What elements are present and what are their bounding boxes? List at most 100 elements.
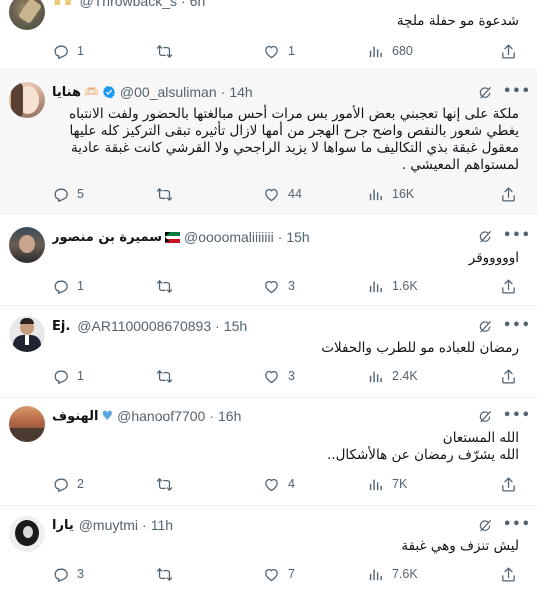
- views-count: 2.4K: [392, 369, 418, 383]
- tweet-text: ملكة على إنها تعجبني بعض الأمور بس مرات …: [69, 106, 519, 173]
- share-button[interactable]: [500, 564, 525, 584]
- share-button[interactable]: [500, 366, 525, 386]
- like-button[interactable]: 4: [263, 474, 295, 494]
- display-name[interactable]: هنايا: [52, 85, 81, 100]
- tweet-0[interactable]: ♛♛ @Throwback_s · 6h شدعوة مو حفلة ملچة …: [0, 0, 537, 70]
- reply-button[interactable]: 2: [52, 474, 84, 494]
- more-icon[interactable]: •••: [503, 408, 530, 424]
- views-count: 16K: [392, 187, 415, 201]
- avatar[interactable]: [9, 406, 45, 442]
- share-icon: [500, 566, 517, 583]
- separator: ·: [142, 517, 147, 533]
- reply-button[interactable]: 1: [52, 276, 84, 296]
- handle[interactable]: @oooomaliiiiiii: [184, 229, 274, 245]
- timestamp[interactable]: 11h: [151, 517, 173, 533]
- handle[interactable]: @AR1100008670893: [77, 318, 211, 334]
- display-name[interactable]: الهنوف: [52, 409, 98, 424]
- handle[interactable]: @hanoof7700: [117, 408, 205, 424]
- repost-icon: [156, 43, 173, 60]
- verified-icon: [102, 85, 116, 99]
- tweet-header: ♛♛ @Throwback_s · 6h: [52, 0, 483, 10]
- tweet-header: سميرة بن منصور @oooomaliiiiiii · 15h: [52, 228, 483, 246]
- tweet-text-line: الله يشرّف رمضان عن هالأشكال..: [327, 447, 519, 463]
- share-icon: [500, 368, 517, 385]
- like-button[interactable]: 1: [263, 41, 295, 61]
- share-button[interactable]: [500, 184, 525, 204]
- grok-icon[interactable]: [477, 85, 493, 101]
- timestamp[interactable]: 14h: [229, 84, 252, 100]
- tweet-5[interactable]: يارا @muytmi · 11h ••• ليش تنزف وهي غبقة…: [0, 506, 537, 600]
- share-icon: [500, 186, 517, 203]
- repost-button[interactable]: [156, 276, 181, 296]
- avatar[interactable]: [9, 227, 45, 263]
- more-icon[interactable]: •••: [503, 318, 530, 334]
- views-button[interactable]: 680: [367, 41, 413, 61]
- repost-button[interactable]: [156, 474, 181, 494]
- like-button[interactable]: 3: [263, 276, 295, 296]
- display-name[interactable]: يارا: [52, 518, 74, 533]
- like-button[interactable]: 44: [263, 184, 302, 204]
- views-icon: [367, 278, 384, 295]
- like-icon: [263, 278, 280, 295]
- display-name[interactable]: سميرة بن منصور: [52, 230, 162, 245]
- more-icon[interactable]: •••: [503, 228, 530, 244]
- views-icon: [367, 476, 384, 493]
- share-button[interactable]: [500, 474, 525, 494]
- views-button[interactable]: 2.4K: [367, 366, 418, 386]
- repost-icon: [156, 368, 173, 385]
- repost-button[interactable]: [156, 184, 181, 204]
- tweet-1[interactable]: هنايا 🫶🏻 @00_alsuliman · 14h ••• ملكة عل…: [0, 70, 537, 214]
- repost-button[interactable]: [156, 366, 181, 386]
- tweet-header: الهنوف ♥ @hanoof7700 · 16h: [52, 407, 483, 425]
- views-button[interactable]: 7.6K: [367, 564, 418, 584]
- like-button[interactable]: 3: [263, 366, 295, 386]
- tweet-4[interactable]: الهنوف ♥ @hanoof7700 · 16h ••• الله المس…: [0, 398, 537, 506]
- reply-button[interactable]: 5: [52, 184, 84, 204]
- views-button[interactable]: 16K: [367, 184, 414, 204]
- handle[interactable]: @muytmi: [79, 517, 138, 533]
- crown-icon: ♛♛: [52, 0, 74, 8]
- tweet-header: هنايا 🫶🏻 @00_alsuliman · 14h: [52, 83, 483, 101]
- views-button[interactable]: 1.6K: [367, 276, 418, 296]
- display-name[interactable]: Ej.: [52, 319, 70, 334]
- repost-button[interactable]: [156, 41, 181, 61]
- tweet-text: الله المستعان الله يشرّف رمضان عن هالأشك…: [56, 430, 519, 464]
- grok-icon[interactable]: [477, 229, 493, 245]
- handle[interactable]: @Throwback_s: [80, 0, 177, 9]
- tweet-2[interactable]: سميرة بن منصور @oooomaliiiiiii · 15h •••…: [0, 214, 537, 306]
- timestamp[interactable]: 15h: [286, 229, 309, 245]
- reply-icon: [52, 278, 69, 295]
- like-button[interactable]: 7: [263, 564, 295, 584]
- views-count: 1.6K: [392, 279, 418, 293]
- action-bar: 3 7 7.6K: [52, 564, 519, 584]
- share-button[interactable]: [500, 276, 525, 296]
- grok-icon[interactable]: [477, 319, 493, 335]
- repost-button[interactable]: [156, 564, 181, 584]
- reply-button[interactable]: 1: [52, 366, 84, 386]
- like-count: 1: [288, 44, 295, 58]
- avatar[interactable]: [9, 0, 45, 30]
- timestamp[interactable]: 15h: [224, 318, 247, 334]
- views-icon: [367, 43, 384, 60]
- repost-icon: [156, 278, 173, 295]
- grok-icon[interactable]: [477, 518, 493, 534]
- more-icon[interactable]: •••: [503, 84, 530, 100]
- avatar[interactable]: [9, 82, 45, 118]
- more-icon[interactable]: •••: [503, 517, 530, 533]
- timestamp[interactable]: 6h: [190, 0, 206, 9]
- repost-icon: [156, 566, 173, 583]
- avatar[interactable]: [9, 316, 45, 352]
- grok-icon[interactable]: [477, 409, 493, 425]
- reply-button[interactable]: 1: [52, 41, 84, 61]
- tweet-3[interactable]: Ej. @AR1100008670893 · 15h ••• رمضان للع…: [0, 306, 537, 398]
- avatar[interactable]: [9, 516, 45, 552]
- reply-count: 1: [77, 44, 84, 58]
- like-count: 3: [288, 369, 295, 383]
- handle[interactable]: @00_alsuliman: [120, 84, 217, 100]
- timestamp[interactable]: 16h: [218, 408, 241, 424]
- like-count: 7: [288, 567, 295, 581]
- reply-button[interactable]: 3: [52, 564, 84, 584]
- views-button[interactable]: 7K: [367, 474, 407, 494]
- action-bar: 1 3 1.6K: [52, 276, 519, 296]
- share-button[interactable]: [500, 41, 525, 61]
